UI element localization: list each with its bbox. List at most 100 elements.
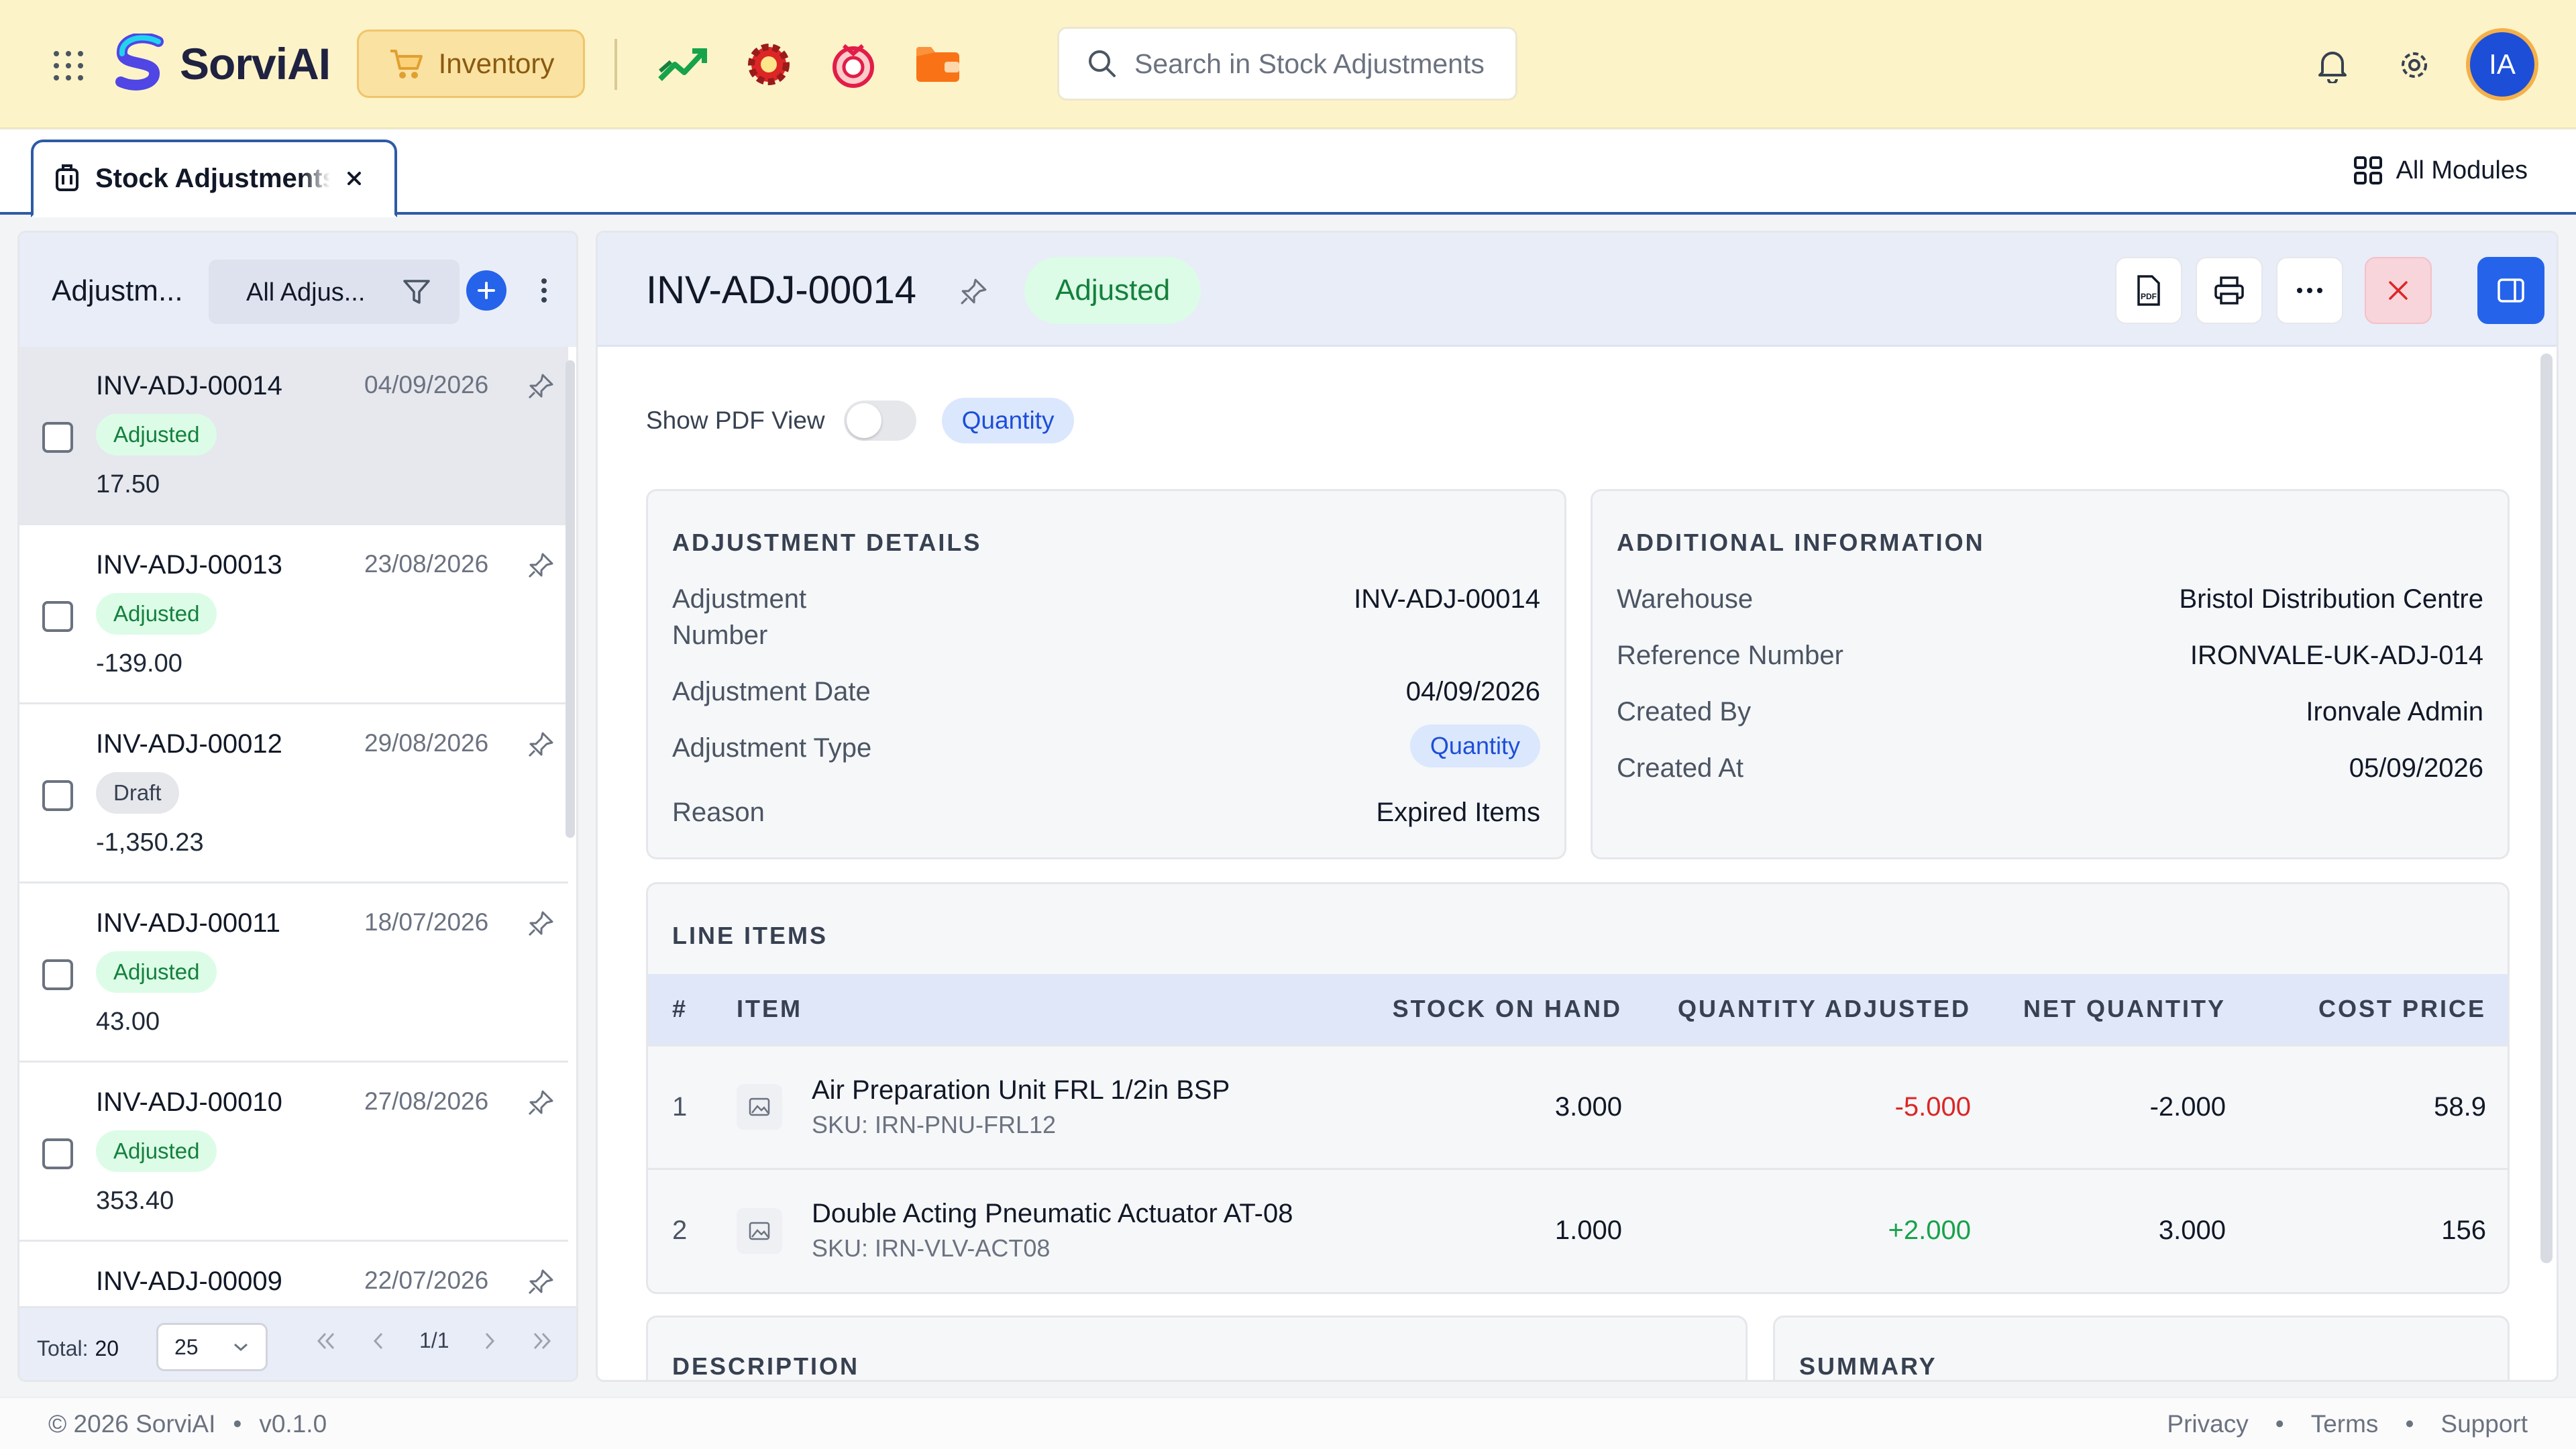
row-net: -2.000	[1978, 1044, 2233, 1169]
row-num: 2	[648, 1167, 737, 1292]
table-row[interactable]: 1 Air Preparation Unit FRL 1/2in BSP SKU…	[648, 1044, 2508, 1169]
image-placeholder-icon	[737, 1208, 782, 1254]
table-row[interactable]: 2 Double Acting Pneumatic Actuator AT-08…	[648, 1167, 2508, 1292]
apps-grid-icon[interactable]	[52, 50, 85, 82]
list-scrollbar[interactable]	[566, 360, 575, 838]
col-net-header: NET QUANTITY	[1978, 974, 2233, 1045]
list-item-checkbox[interactable]	[42, 601, 73, 632]
close-detail-button[interactable]	[2365, 257, 2432, 324]
user-avatar[interactable]: IA	[2466, 28, 2538, 101]
list-header: Adjustm... All Adjus...	[19, 233, 576, 347]
list-item-checkbox[interactable]	[42, 780, 73, 811]
logo-mark-icon	[115, 34, 164, 91]
show-pdf-label: Show PDF View	[646, 407, 825, 434]
terms-link[interactable]: Terms	[2311, 1410, 2379, 1438]
list-item-checkbox[interactable]	[42, 959, 73, 990]
wallet-folder-icon[interactable]	[914, 43, 962, 86]
add-adjustment-button[interactable]	[466, 270, 506, 311]
list-item-date: 27/08/2026	[364, 1087, 489, 1115]
detail-scrollbar[interactable]	[2540, 354, 2553, 1263]
line-items-card: LINE ITEMS # ITEM STOCK ON HAND QUANTITY…	[646, 882, 2510, 1294]
privacy-link[interactable]: Privacy	[2167, 1410, 2248, 1438]
item-sku: SKU: IRN-VLV-ACT08	[812, 1234, 1051, 1263]
created-by-label: Created By	[1617, 697, 1752, 727]
col-num-header: #	[648, 974, 737, 1045]
list-filter-dropdown[interactable]: All Adjus...	[209, 260, 460, 324]
more-actions-button[interactable]	[2276, 257, 2343, 324]
list-item-code: INV-ADJ-00009	[96, 1267, 282, 1296]
last-page-icon[interactable]	[531, 1331, 553, 1351]
first-page-icon[interactable]	[315, 1331, 337, 1351]
copyright: © 2026 SorviAI	[48, 1410, 216, 1438]
status-badge: Adjusted	[96, 1130, 217, 1172]
list-item-amount: 353.40	[96, 1187, 174, 1215]
list-item[interactable]: INV-ADJ-00011 18/07/2026 Adjusted 43.00	[19, 884, 568, 1063]
sidebar-panel-icon	[2498, 278, 2524, 303]
pdf-export-button[interactable]: PDF	[2115, 257, 2182, 324]
pin-icon[interactable]	[959, 277, 988, 307]
settings-gear-app-icon[interactable]	[743, 39, 794, 90]
cart-icon	[390, 50, 423, 78]
row-stock: 1.000	[1327, 1167, 1629, 1292]
adjustment-type-value: Quantity	[1409, 724, 1540, 767]
svg-text:PDF: PDF	[2141, 292, 2157, 301]
inventory-module-button[interactable]: Inventory	[357, 30, 585, 98]
pdf-view-row: Show PDF View Quantity	[646, 398, 1075, 443]
tab-stock-adjustments[interactable]: Stock Adjustments	[31, 140, 397, 217]
adjustment-details-card: ADJUSTMENT DETAILS Adjustment Number INV…	[646, 489, 1566, 859]
search-input[interactable]	[1134, 48, 1510, 80]
toggle-side-panel-button[interactable]	[2477, 257, 2544, 324]
total-value: 20	[95, 1336, 119, 1360]
app-logo[interactable]: SorviAI	[111, 34, 331, 94]
next-page-icon[interactable]	[482, 1331, 497, 1351]
footer-separator: •	[233, 1410, 242, 1438]
list-item-amount: -139.00	[96, 649, 182, 678]
footer-separator: •	[2405, 1410, 2414, 1438]
list-item[interactable]: INV-ADJ-00012 29/08/2026 Draft -1,350.23	[19, 705, 568, 883]
close-tab-icon[interactable]	[345, 169, 364, 188]
prev-page-icon[interactable]	[371, 1331, 386, 1351]
item-sku: SKU: IRN-PNU-FRL12	[812, 1110, 1057, 1138]
global-search[interactable]	[1057, 27, 1517, 101]
footer-left: © 2026 SorviAI • v0.1.0	[48, 1410, 327, 1438]
support-link[interactable]: Support	[2440, 1410, 2528, 1438]
list-item-code: INV-ADJ-00011	[96, 908, 280, 938]
all-modules-button[interactable]: All Modules	[2353, 156, 2528, 185]
detail-header: INV-ADJ-00014 Adjusted PDF	[598, 233, 2557, 347]
list-item[interactable]: INV-ADJ-00013 23/08/2026 Adjusted -139.0…	[19, 526, 568, 704]
row-item: Air Preparation Unit FRL 1/2in BSP SKU: …	[737, 1044, 1327, 1169]
pin-icon[interactable]	[527, 1268, 555, 1296]
app-name: SorviAI	[180, 39, 331, 89]
printer-icon	[2214, 276, 2244, 305]
pin-icon[interactable]	[527, 731, 555, 759]
list-item[interactable]: INV-ADJ-00014 04/09/2026 Adjusted 17.50	[19, 347, 568, 525]
item-name: Air Preparation Unit FRL 1/2in BSP	[812, 1075, 1230, 1105]
list-item-date: 29/08/2026	[364, 729, 489, 757]
filter-funnel-icon[interactable]	[402, 277, 431, 307]
target-badge-icon[interactable]	[828, 39, 879, 90]
more-vertical-icon[interactable]	[540, 277, 548, 304]
list-item[interactable]: INV-ADJ-00010 27/08/2026 Adjusted 353.40	[19, 1063, 568, 1242]
adjustment-number-value: INV-ADJ-00014	[1354, 584, 1540, 614]
tab-label: Stock Adjustments	[95, 163, 330, 193]
pin-icon[interactable]	[527, 910, 555, 938]
list-item-checkbox[interactable]	[42, 1138, 73, 1169]
pin-icon[interactable]	[527, 1089, 555, 1117]
col-stock-header: STOCK ON HAND	[1327, 974, 1629, 1045]
pin-icon[interactable]	[527, 551, 555, 580]
page-size-select[interactable]: 25	[156, 1323, 268, 1371]
list-item-date: 18/07/2026	[364, 908, 489, 936]
show-pdf-toggle[interactable]	[843, 400, 916, 441]
table-header-row: # ITEM STOCK ON HAND QUANTITY ADJUSTED N…	[648, 974, 2508, 1045]
settings-gear-icon[interactable]	[2396, 47, 2432, 83]
created-at-value: 05/09/2026	[2349, 753, 2483, 783]
print-button[interactable]	[2196, 257, 2263, 324]
pin-icon[interactable]	[527, 372, 555, 400]
page-footer: © 2026 SorviAI • v0.1.0 Privacy • Terms …	[0, 1397, 2576, 1449]
list-item-code: INV-ADJ-00014	[96, 371, 282, 400]
adjustment-number-title: INV-ADJ-00014	[646, 268, 916, 312]
notifications-bell-icon[interactable]	[2316, 47, 2349, 83]
sales-chart-icon[interactable]	[657, 44, 708, 85]
list-item-date: 22/07/2026	[364, 1267, 489, 1294]
list-item-checkbox[interactable]	[42, 422, 73, 453]
